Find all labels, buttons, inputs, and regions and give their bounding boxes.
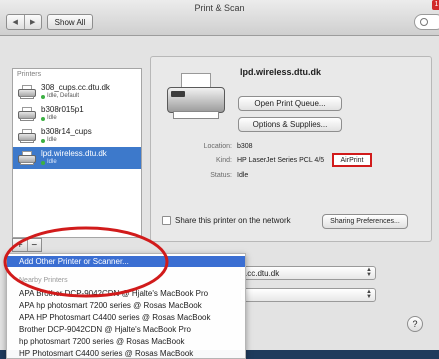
airprint-badge: AirPrint [332, 153, 372, 167]
printer-item-308-cups[interactable]: 308_cups.cc.dtu.dk Idle, Default [13, 81, 141, 103]
printer-icon [17, 84, 37, 100]
search-icon [420, 18, 428, 26]
nav-buttons: ◀ ▶ [6, 14, 42, 30]
printer-name: b308r14_cups [41, 127, 92, 136]
add-remove-controls: + − [12, 238, 42, 252]
status-dot-icon [41, 160, 45, 165]
window-title: Print & Scan [194, 3, 245, 13]
printer-icon [17, 150, 37, 166]
printer-item-b308r015p1[interactable]: b308r015p1 Idle [13, 103, 141, 125]
remove-printer-button[interactable]: − [26, 239, 42, 251]
printer-status: Idle [41, 114, 84, 123]
printer-status: Idle [41, 158, 107, 167]
options-supplies-button[interactable]: Options & Supplies... [238, 117, 342, 132]
location-value: b308 [237, 143, 253, 150]
add-printer-button[interactable]: + [13, 239, 27, 251]
select-arrows-icon: ▲ ▼ [366, 289, 372, 300]
share-printer-checkbox[interactable] [162, 216, 171, 225]
menu-item-printer[interactable]: APA Brother DCP-9042CDN @ Hjalte's MacBo… [7, 288, 245, 299]
menu-item-printer[interactable]: APA HP Photosmart C4400 series @ Rosas M… [7, 312, 245, 323]
show-all-button[interactable]: Show All [47, 14, 93, 30]
large-printer-icon [165, 71, 227, 123]
search-badge: 1 [432, 0, 439, 10]
location-label: Location: [203, 143, 232, 150]
default-printer-value: .cc.dtu.dk [245, 268, 280, 278]
printer-item-lpd-wireless[interactable]: lpd.wireless.dtu.dk Idle [13, 147, 141, 169]
printer-icon [17, 106, 37, 122]
menu-item-printer[interactable]: HP Photosmart C4400 series @ Rosas MacBo… [7, 348, 245, 359]
selected-printer-title: lpd.wireless.dtu.dk [240, 67, 322, 77]
menu-item-printer[interactable]: APA hp photosmart 7200 series @ Rosas Ma… [7, 300, 245, 311]
status-label: Status: [210, 172, 232, 179]
default-printer-select[interactable]: .cc.dtu.dk ▲ ▼ [240, 266, 376, 280]
menu-item-printer[interactable]: hp photosmart 7200 series @ Rosas MacBoo… [7, 336, 245, 347]
menu-item-printer[interactable]: Brother DCP-9042CDN @ Hjalte's MacBook P… [7, 324, 245, 335]
status-dot-icon [41, 138, 45, 143]
status-value: Idle [237, 172, 249, 179]
kind-label: Kind: [216, 157, 232, 164]
kind-value: HP LaserJet Series PCL 4/5 [237, 157, 325, 164]
printer-icon [17, 128, 37, 144]
forward-arrow-icon[interactable]: ▶ [23, 15, 42, 29]
paper-size-select[interactable]: ▲ ▼ [240, 288, 376, 302]
back-arrow-icon[interactable]: ◀ [7, 15, 24, 29]
status-dot-icon [41, 94, 45, 99]
printer-list: Printers 308_cups.cc.dtu.dk Idle, Defaul… [12, 68, 142, 238]
menu-section-header: Nearby Printers [19, 277, 68, 284]
print-scan-window: Print & Scan ◀ ▶ Show All 1 Printers 308… [0, 0, 439, 359]
printer-status: Idle, Default [41, 92, 110, 101]
title-bar: Print & Scan ◀ ▶ Show All 1 [0, 0, 439, 36]
menu-item-add-other[interactable]: Add Other Printer or Scanner... [7, 256, 245, 267]
printer-name: b308r015p1 [41, 105, 84, 114]
share-printer-label: Share this printer on the network [175, 216, 291, 225]
help-button[interactable]: ? [407, 316, 423, 332]
status-dot-icon [41, 116, 45, 121]
open-print-queue-button[interactable]: Open Print Queue... [238, 96, 342, 111]
select-arrows-icon: ▲ ▼ [366, 267, 372, 278]
printer-name: 308_cups.cc.dtu.dk [41, 83, 110, 92]
search-field[interactable] [414, 14, 439, 30]
printer-name: lpd.wireless.dtu.dk [41, 149, 107, 158]
printer-status: Idle [41, 136, 92, 145]
printers-header: Printers [17, 71, 42, 78]
sharing-preferences-button[interactable]: Sharing Preferences... [322, 214, 408, 229]
printer-item-b308r14-cups[interactable]: b308r14_cups Idle [13, 125, 141, 147]
add-printer-menu: Add Other Printer or Scanner... Nearby P… [6, 253, 246, 359]
